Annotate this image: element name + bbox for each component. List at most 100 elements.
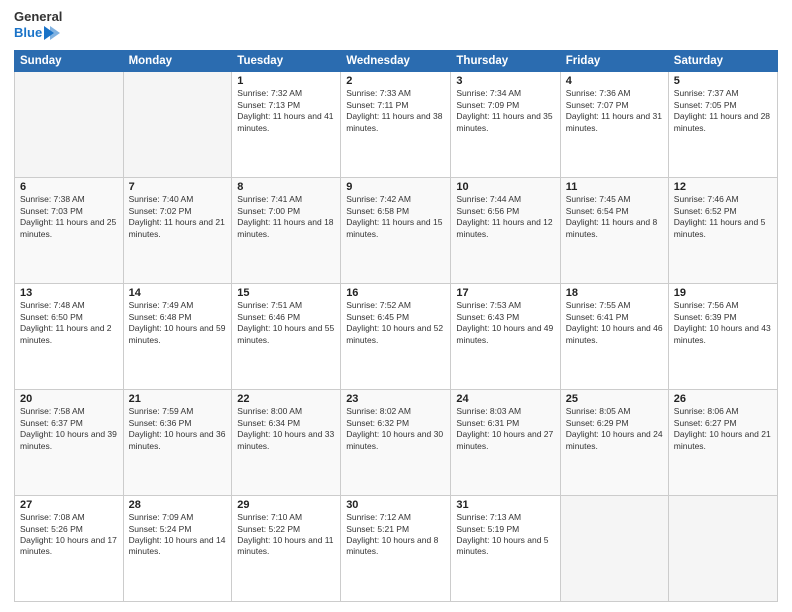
calendar-week-row: 27Sunrise: 7:08 AM Sunset: 5:26 PM Dayli… (15, 496, 778, 602)
calendar-cell: 26Sunrise: 8:06 AM Sunset: 6:27 PM Dayli… (668, 390, 777, 496)
day-info: Sunrise: 8:03 AM Sunset: 6:31 PM Dayligh… (456, 406, 554, 452)
day-info: Sunrise: 7:13 AM Sunset: 5:19 PM Dayligh… (456, 512, 554, 558)
calendar-cell (668, 496, 777, 602)
calendar-cell: 7Sunrise: 7:40 AM Sunset: 7:02 PM Daylig… (123, 178, 232, 284)
day-number: 27 (20, 499, 118, 511)
calendar-cell: 5Sunrise: 7:37 AM Sunset: 7:05 PM Daylig… (668, 72, 777, 178)
day-number: 3 (456, 75, 554, 87)
day-number: 18 (566, 287, 663, 299)
calendar-cell: 1Sunrise: 7:32 AM Sunset: 7:13 PM Daylig… (232, 72, 341, 178)
day-info: Sunrise: 7:32 AM Sunset: 7:13 PM Dayligh… (237, 88, 335, 134)
day-number: 20 (20, 393, 118, 405)
calendar-cell: 10Sunrise: 7:44 AM Sunset: 6:56 PM Dayli… (451, 178, 560, 284)
day-info: Sunrise: 7:48 AM Sunset: 6:50 PM Dayligh… (20, 300, 118, 346)
column-header-friday: Friday (560, 51, 668, 72)
calendar-week-row: 6Sunrise: 7:38 AM Sunset: 7:03 PM Daylig… (15, 178, 778, 284)
calendar-cell (560, 496, 668, 602)
calendar-cell: 30Sunrise: 7:12 AM Sunset: 5:21 PM Dayli… (341, 496, 451, 602)
day-info: Sunrise: 8:02 AM Sunset: 6:32 PM Dayligh… (346, 406, 445, 452)
day-number: 7 (129, 181, 227, 193)
day-number: 22 (237, 393, 335, 405)
day-number: 11 (566, 181, 663, 193)
day-number: 19 (674, 287, 772, 299)
calendar-cell: 15Sunrise: 7:51 AM Sunset: 6:46 PM Dayli… (232, 284, 341, 390)
day-number: 14 (129, 287, 227, 299)
day-info: Sunrise: 7:12 AM Sunset: 5:21 PM Dayligh… (346, 512, 445, 558)
day-info: Sunrise: 7:08 AM Sunset: 5:26 PM Dayligh… (20, 512, 118, 558)
day-info: Sunrise: 7:34 AM Sunset: 7:09 PM Dayligh… (456, 88, 554, 134)
day-info: Sunrise: 7:56 AM Sunset: 6:39 PM Dayligh… (674, 300, 772, 346)
calendar-cell: 25Sunrise: 8:05 AM Sunset: 6:29 PM Dayli… (560, 390, 668, 496)
day-number: 24 (456, 393, 554, 405)
calendar-cell: 27Sunrise: 7:08 AM Sunset: 5:26 PM Dayli… (15, 496, 124, 602)
calendar-cell: 18Sunrise: 7:55 AM Sunset: 6:41 PM Dayli… (560, 284, 668, 390)
calendar-cell: 23Sunrise: 8:02 AM Sunset: 6:32 PM Dayli… (341, 390, 451, 496)
calendar-cell: 12Sunrise: 7:46 AM Sunset: 6:52 PM Dayli… (668, 178, 777, 284)
column-header-tuesday: Tuesday (232, 51, 341, 72)
column-header-thursday: Thursday (451, 51, 560, 72)
day-info: Sunrise: 7:49 AM Sunset: 6:48 PM Dayligh… (129, 300, 227, 346)
day-info: Sunrise: 7:10 AM Sunset: 5:22 PM Dayligh… (237, 512, 335, 558)
calendar-cell: 2Sunrise: 7:33 AM Sunset: 7:11 PM Daylig… (341, 72, 451, 178)
day-number: 1 (237, 75, 335, 87)
calendar-cell (123, 72, 232, 178)
day-number: 26 (674, 393, 772, 405)
day-number: 5 (674, 75, 772, 87)
calendar-cell (15, 72, 124, 178)
column-header-saturday: Saturday (668, 51, 777, 72)
day-info: Sunrise: 7:58 AM Sunset: 6:37 PM Dayligh… (20, 406, 118, 452)
day-info: Sunrise: 7:09 AM Sunset: 5:24 PM Dayligh… (129, 512, 227, 558)
calendar-cell: 6Sunrise: 7:38 AM Sunset: 7:03 PM Daylig… (15, 178, 124, 284)
day-info: Sunrise: 7:36 AM Sunset: 7:07 PM Dayligh… (566, 88, 663, 134)
day-number: 16 (346, 287, 445, 299)
day-info: Sunrise: 7:40 AM Sunset: 7:02 PM Dayligh… (129, 194, 227, 240)
day-info: Sunrise: 7:44 AM Sunset: 6:56 PM Dayligh… (456, 194, 554, 240)
day-number: 2 (346, 75, 445, 87)
logo: General Blue (14, 10, 62, 42)
column-header-wednesday: Wednesday (341, 51, 451, 72)
day-info: Sunrise: 7:41 AM Sunset: 7:00 PM Dayligh… (237, 194, 335, 240)
day-info: Sunrise: 8:00 AM Sunset: 6:34 PM Dayligh… (237, 406, 335, 452)
day-info: Sunrise: 7:38 AM Sunset: 7:03 PM Dayligh… (20, 194, 118, 240)
calendar-cell: 31Sunrise: 7:13 AM Sunset: 5:19 PM Dayli… (451, 496, 560, 602)
day-number: 29 (237, 499, 335, 511)
day-number: 13 (20, 287, 118, 299)
calendar-cell: 21Sunrise: 7:59 AM Sunset: 6:36 PM Dayli… (123, 390, 232, 496)
calendar-cell: 24Sunrise: 8:03 AM Sunset: 6:31 PM Dayli… (451, 390, 560, 496)
header: General Blue (14, 10, 778, 42)
day-info: Sunrise: 7:52 AM Sunset: 6:45 PM Dayligh… (346, 300, 445, 346)
column-header-monday: Monday (123, 51, 232, 72)
day-number: 28 (129, 499, 227, 511)
logo-general: General (14, 10, 62, 24)
day-info: Sunrise: 7:37 AM Sunset: 7:05 PM Dayligh… (674, 88, 772, 134)
day-info: Sunrise: 8:05 AM Sunset: 6:29 PM Dayligh… (566, 406, 663, 452)
day-number: 15 (237, 287, 335, 299)
day-number: 10 (456, 181, 554, 193)
day-number: 25 (566, 393, 663, 405)
calendar-cell: 3Sunrise: 7:34 AM Sunset: 7:09 PM Daylig… (451, 72, 560, 178)
calendar-cell: 4Sunrise: 7:36 AM Sunset: 7:07 PM Daylig… (560, 72, 668, 178)
calendar-cell: 8Sunrise: 7:41 AM Sunset: 7:00 PM Daylig… (232, 178, 341, 284)
calendar-cell: 14Sunrise: 7:49 AM Sunset: 6:48 PM Dayli… (123, 284, 232, 390)
day-number: 9 (346, 181, 445, 193)
calendar-week-row: 20Sunrise: 7:58 AM Sunset: 6:37 PM Dayli… (15, 390, 778, 496)
calendar-cell: 29Sunrise: 7:10 AM Sunset: 5:22 PM Dayli… (232, 496, 341, 602)
day-info: Sunrise: 7:45 AM Sunset: 6:54 PM Dayligh… (566, 194, 663, 240)
day-info: Sunrise: 7:42 AM Sunset: 6:58 PM Dayligh… (346, 194, 445, 240)
day-info: Sunrise: 7:51 AM Sunset: 6:46 PM Dayligh… (237, 300, 335, 346)
day-number: 23 (346, 393, 445, 405)
calendar-cell: 22Sunrise: 8:00 AM Sunset: 6:34 PM Dayli… (232, 390, 341, 496)
logo-blue: Blue (14, 26, 42, 40)
calendar-week-row: 1Sunrise: 7:32 AM Sunset: 7:13 PM Daylig… (15, 72, 778, 178)
day-info: Sunrise: 7:55 AM Sunset: 6:41 PM Dayligh… (566, 300, 663, 346)
day-number: 8 (237, 181, 335, 193)
calendar-cell: 20Sunrise: 7:58 AM Sunset: 6:37 PM Dayli… (15, 390, 124, 496)
calendar-cell: 11Sunrise: 7:45 AM Sunset: 6:54 PM Dayli… (560, 178, 668, 284)
day-info: Sunrise: 7:53 AM Sunset: 6:43 PM Dayligh… (456, 300, 554, 346)
day-info: Sunrise: 8:06 AM Sunset: 6:27 PM Dayligh… (674, 406, 772, 452)
day-number: 21 (129, 393, 227, 405)
day-number: 4 (566, 75, 663, 87)
logo-arrow-icon (44, 24, 60, 42)
calendar-table: SundayMondayTuesdayWednesdayThursdayFrid… (14, 50, 778, 602)
calendar-cell: 9Sunrise: 7:42 AM Sunset: 6:58 PM Daylig… (341, 178, 451, 284)
